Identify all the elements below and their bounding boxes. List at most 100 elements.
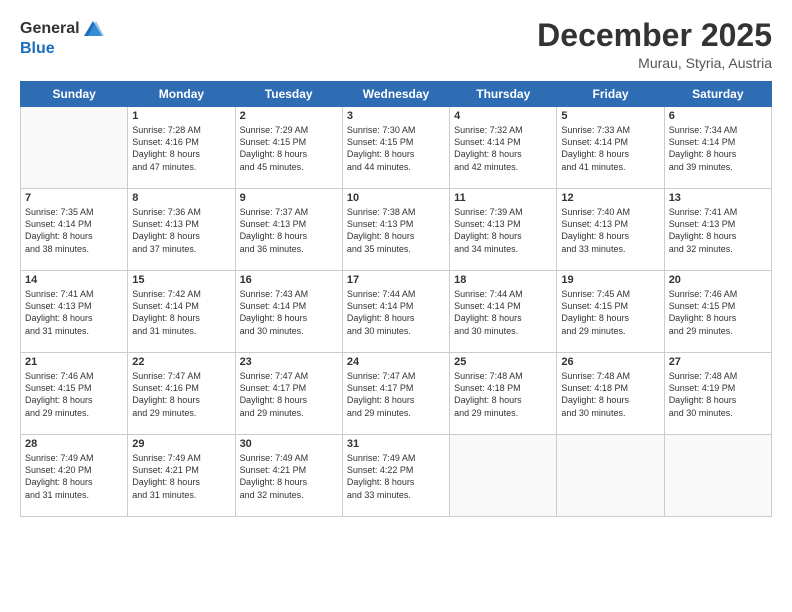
calendar-cell: 28 Sunrise: 7:49 AMSunset: 4:20 PMDayligh… — [21, 435, 128, 517]
header: General Blue December 2025 Murau, Styria… — [20, 18, 772, 71]
day-number: 21 — [25, 356, 123, 368]
weekday-header: Wednesday — [342, 82, 449, 107]
day-info: Sunrise: 7:39 AMSunset: 4:13 PMDaylight:… — [454, 206, 552, 255]
calendar-cell: 16 Sunrise: 7:43 AMSunset: 4:14 PMDayligh… — [235, 271, 342, 353]
day-number: 7 — [25, 192, 123, 204]
day-number: 13 — [669, 192, 767, 204]
calendar-cell: 19Sunrise: 7:45 AMSunset: 4:15 PMDayligh… — [557, 271, 664, 353]
calendar-week-row: 7 Sunrise: 7:35 AMSunset: 4:14 PMDaylight… — [21, 189, 772, 271]
day-info: Sunrise: 7:29 AMSunset: 4:15 PMDaylight:… — [240, 124, 338, 173]
day-info: Sunrise: 7:48 AMSunset: 4:19 PMDaylight:… — [669, 370, 767, 419]
day-info: Sunrise: 7:43 AMSunset: 4:14 PMDaylight:… — [240, 288, 338, 337]
calendar-cell: 14Sunrise: 7:41 AMSunset: 4:13 PMDayligh… — [21, 271, 128, 353]
weekday-header: Thursday — [450, 82, 557, 107]
day-number: 19 — [561, 274, 659, 286]
day-number: 28 — [25, 438, 123, 450]
calendar-cell — [557, 435, 664, 517]
logo: General Blue — [20, 18, 104, 58]
day-info: Sunrise: 7:33 AMSunset: 4:14 PMDaylight:… — [561, 124, 659, 173]
day-number: 6 — [669, 110, 767, 122]
day-info: Sunrise: 7:40 AMSunset: 4:13 PMDaylight:… — [561, 206, 659, 255]
calendar-cell: 20Sunrise: 7:46 AMSunset: 4:15 PMDayligh… — [664, 271, 771, 353]
day-number: 14 — [25, 274, 123, 286]
day-info: Sunrise: 7:34 AMSunset: 4:14 PMDaylight:… — [669, 124, 767, 173]
calendar-cell: 21 Sunrise: 7:46 AMSunset: 4:15 PMDayligh… — [21, 353, 128, 435]
day-info: Sunrise: 7:36 AMSunset: 4:13 PMDaylight:… — [132, 206, 230, 255]
calendar-cell: 2 Sunrise: 7:29 AMSunset: 4:15 PMDaylight… — [235, 107, 342, 189]
day-number: 24 — [347, 356, 445, 368]
day-info: Sunrise: 7:48 AMSunset: 4:18 PMDaylight:… — [454, 370, 552, 419]
calendar-cell: 8 Sunrise: 7:36 AMSunset: 4:13 PMDaylight… — [128, 189, 235, 271]
calendar-cell: 30 Sunrise: 7:49 AMSunset: 4:21 PMDayligh… — [235, 435, 342, 517]
day-info: Sunrise: 7:49 AMSunset: 4:21 PMDaylight:… — [240, 452, 338, 501]
calendar-cell: 17 Sunrise: 7:44 AMSunset: 4:14 PMDayligh… — [342, 271, 449, 353]
calendar-cell: 31Sunrise: 7:49 AMSunset: 4:22 PMDayligh… — [342, 435, 449, 517]
calendar-cell: 13 Sunrise: 7:41 AMSunset: 4:13 PMDayligh… — [664, 189, 771, 271]
calendar-cell: 4 Sunrise: 7:32 AMSunset: 4:14 PMDaylight… — [450, 107, 557, 189]
day-info: Sunrise: 7:47 AMSunset: 4:16 PMDaylight:… — [132, 370, 230, 419]
day-number: 29 — [132, 438, 230, 450]
calendar-week-row: 21 Sunrise: 7:46 AMSunset: 4:15 PMDayligh… — [21, 353, 772, 435]
weekday-header: Sunday — [21, 82, 128, 107]
calendar-cell: 18 Sunrise: 7:44 AMSunset: 4:14 PMDayligh… — [450, 271, 557, 353]
day-number: 2 — [240, 110, 338, 122]
day-info: Sunrise: 7:49 AMSunset: 4:22 PMDaylight:… — [347, 452, 445, 501]
day-info: Sunrise: 7:44 AMSunset: 4:14 PMDaylight:… — [347, 288, 445, 337]
weekday-header: Monday — [128, 82, 235, 107]
day-number: 10 — [347, 192, 445, 204]
day-info: Sunrise: 7:47 AMSunset: 4:17 PMDaylight:… — [240, 370, 338, 419]
day-info: Sunrise: 7:44 AMSunset: 4:14 PMDaylight:… — [454, 288, 552, 337]
day-info: Sunrise: 7:28 AMSunset: 4:16 PMDaylight:… — [132, 124, 230, 173]
calendar-cell: 25 Sunrise: 7:48 AMSunset: 4:18 PMDayligh… — [450, 353, 557, 435]
calendar-cell: 3Sunrise: 7:30 AMSunset: 4:15 PMDaylight… — [342, 107, 449, 189]
calendar-cell: 7 Sunrise: 7:35 AMSunset: 4:14 PMDaylight… — [21, 189, 128, 271]
calendar-week-row: 1 Sunrise: 7:28 AMSunset: 4:16 PMDaylight… — [21, 107, 772, 189]
calendar-cell: 5 Sunrise: 7:33 AMSunset: 4:14 PMDaylight… — [557, 107, 664, 189]
day-info: Sunrise: 7:49 AMSunset: 4:20 PMDaylight:… — [25, 452, 123, 501]
day-info: Sunrise: 7:48 AMSunset: 4:18 PMDaylight:… — [561, 370, 659, 419]
day-info: Sunrise: 7:41 AMSunset: 4:13 PMDaylight:… — [669, 206, 767, 255]
calendar-cell: 10 Sunrise: 7:38 AMSunset: 4:13 PMDayligh… — [342, 189, 449, 271]
calendar-cell: 1 Sunrise: 7:28 AMSunset: 4:16 PMDaylight… — [128, 107, 235, 189]
day-info: Sunrise: 7:32 AMSunset: 4:14 PMDaylight:… — [454, 124, 552, 173]
day-number: 4 — [454, 110, 552, 122]
calendar-cell: 22 Sunrise: 7:47 AMSunset: 4:16 PMDayligh… — [128, 353, 235, 435]
calendar-cell — [450, 435, 557, 517]
day-number: 25 — [454, 356, 552, 368]
logo-blue: Blue — [20, 40, 55, 57]
day-number: 16 — [240, 274, 338, 286]
day-number: 23 — [240, 356, 338, 368]
day-info: Sunrise: 7:38 AMSunset: 4:13 PMDaylight:… — [347, 206, 445, 255]
month-title: December 2025 — [537, 18, 772, 53]
weekday-header: Friday — [557, 82, 664, 107]
day-number: 30 — [240, 438, 338, 450]
calendar-cell: 9 Sunrise: 7:37 AMSunset: 4:13 PMDaylight… — [235, 189, 342, 271]
weekday-header: Saturday — [664, 82, 771, 107]
title-block: December 2025 Murau, Styria, Austria — [537, 18, 772, 71]
day-number: 5 — [561, 110, 659, 122]
day-number: 1 — [132, 110, 230, 122]
day-number: 15 — [132, 274, 230, 286]
day-info: Sunrise: 7:49 AMSunset: 4:21 PMDaylight:… — [132, 452, 230, 501]
calendar-table: SundayMondayTuesdayWednesdayThursdayFrid… — [20, 81, 772, 517]
calendar-cell: 15Sunrise: 7:42 AMSunset: 4:14 PMDayligh… — [128, 271, 235, 353]
day-number: 12 — [561, 192, 659, 204]
day-number: 26 — [561, 356, 659, 368]
day-number: 22 — [132, 356, 230, 368]
day-number: 8 — [132, 192, 230, 204]
day-number: 11 — [454, 192, 552, 204]
day-info: Sunrise: 7:35 AMSunset: 4:14 PMDaylight:… — [25, 206, 123, 255]
day-number: 9 — [240, 192, 338, 204]
day-number: 18 — [454, 274, 552, 286]
location: Murau, Styria, Austria — [537, 55, 772, 71]
weekday-header: Tuesday — [235, 82, 342, 107]
calendar-cell: 29 Sunrise: 7:49 AMSunset: 4:21 PMDayligh… — [128, 435, 235, 517]
calendar-header-row: SundayMondayTuesdayWednesdayThursdayFrid… — [21, 82, 772, 107]
day-number: 17 — [347, 274, 445, 286]
calendar-cell: 6 Sunrise: 7:34 AMSunset: 4:14 PMDaylight… — [664, 107, 771, 189]
day-info: Sunrise: 7:46 AMSunset: 4:15 PMDaylight:… — [25, 370, 123, 419]
day-info: Sunrise: 7:47 AMSunset: 4:17 PMDaylight:… — [347, 370, 445, 419]
calendar-cell: 11 Sunrise: 7:39 AMSunset: 4:13 PMDayligh… — [450, 189, 557, 271]
day-number: 3 — [347, 110, 445, 122]
day-info: Sunrise: 7:37 AMSunset: 4:13 PMDaylight:… — [240, 206, 338, 255]
